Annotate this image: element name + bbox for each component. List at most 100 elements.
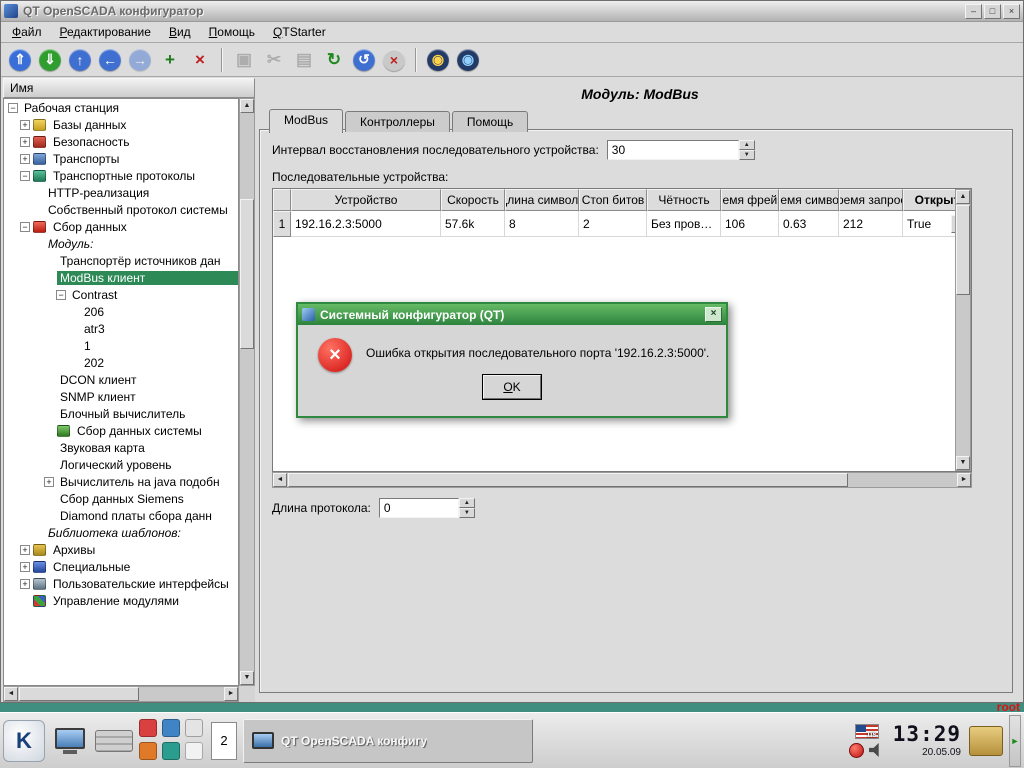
dialog-close-icon[interactable]: × bbox=[705, 307, 722, 322]
expand-icon[interactable]: + bbox=[20, 137, 30, 147]
column-header-6[interactable]: Время символа bbox=[779, 189, 839, 211]
scroll-down-icon[interactable]: ▼ bbox=[240, 671, 254, 685]
quick-launch-icon-3[interactable] bbox=[185, 719, 203, 737]
collapse-icon[interactable]: − bbox=[20, 222, 30, 232]
tree-item[interactable]: atr3 bbox=[4, 320, 238, 337]
tab-help[interactable]: Помощь bbox=[452, 111, 528, 132]
interval-spinner[interactable]: 30 ▲ ▼ bbox=[607, 140, 755, 160]
table-horizontal-scrollbar[interactable]: ◄ ► bbox=[272, 472, 972, 488]
table-cell-1[interactable]: 57.6k bbox=[441, 211, 505, 237]
collapse-icon[interactable]: − bbox=[8, 103, 18, 113]
column-header-5[interactable]: Время фрейма bbox=[721, 189, 779, 211]
stop-icon[interactable]: × bbox=[380, 46, 408, 74]
tree-item[interactable]: −Рабочая станция bbox=[4, 99, 238, 116]
table-cell-5[interactable]: 106 bbox=[721, 211, 779, 237]
scroll-down-icon[interactable]: ▼ bbox=[956, 456, 970, 470]
expand-icon[interactable]: + bbox=[20, 562, 30, 572]
scroll-thumb[interactable] bbox=[19, 687, 139, 701]
drawer-icon[interactable] bbox=[95, 730, 133, 752]
menu-item-2[interactable]: Вид bbox=[160, 22, 200, 42]
tree-item[interactable]: Модуль: bbox=[4, 235, 238, 252]
scroll-up-icon[interactable]: ▲ bbox=[956, 190, 970, 204]
menu-item-3[interactable]: Помощь bbox=[200, 22, 264, 42]
menu-item-4[interactable]: QTStarter bbox=[264, 22, 335, 42]
row-header[interactable]: 1 bbox=[273, 211, 291, 237]
quick-launch-icon-1[interactable] bbox=[139, 719, 157, 737]
tree-item[interactable]: Управление модулями bbox=[4, 592, 238, 609]
tree-item[interactable]: Логический уровень bbox=[4, 456, 238, 473]
tree-item[interactable]: +Безопасность bbox=[4, 133, 238, 150]
quick-launch-icon-2[interactable] bbox=[162, 719, 180, 737]
column-header-0[interactable]: Устройство bbox=[291, 189, 441, 211]
scroll-right-icon[interactable]: ► bbox=[224, 687, 238, 701]
protocol-length-spinner[interactable]: 0 ▲ ▼ bbox=[379, 498, 475, 518]
desktop-pager[interactable]: 2 bbox=[211, 722, 237, 760]
qtstarter-vision-icon[interactable]: ◉ bbox=[424, 46, 452, 74]
quick-launch-icon-4[interactable] bbox=[139, 742, 157, 760]
tree-item[interactable]: Сбор данных системы bbox=[4, 422, 238, 439]
scroll-thumb[interactable] bbox=[240, 199, 254, 349]
scroll-up-icon[interactable]: ▲ bbox=[240, 99, 254, 113]
tree-item[interactable]: DCON клиент bbox=[4, 371, 238, 388]
quick-launch-icon-5[interactable] bbox=[162, 742, 180, 760]
up-icon[interactable]: ↑ bbox=[66, 46, 94, 74]
table-cell-7[interactable]: 212 bbox=[839, 211, 903, 237]
volume-icon[interactable] bbox=[869, 743, 885, 757]
tab-modbus[interactable]: ModBus bbox=[269, 109, 343, 133]
menu-item-0[interactable]: Файл bbox=[3, 22, 51, 42]
keyboard-layout-icon[interactable]: us bbox=[855, 724, 879, 739]
tree-item[interactable]: Звуковая карта bbox=[4, 439, 238, 456]
tree-vertical-scrollbar[interactable]: ▲ ▼ bbox=[239, 98, 255, 686]
tree-item[interactable]: +Архивы bbox=[4, 541, 238, 558]
spin-down-icon[interactable]: ▼ bbox=[459, 508, 475, 518]
qtstarter-vision-dev-icon[interactable]: ◉ bbox=[454, 46, 482, 74]
interval-value[interactable]: 30 bbox=[607, 140, 739, 160]
tree-item[interactable]: ModBus клиент bbox=[4, 269, 238, 286]
titlebar[interactable]: QT OpenSCADA конфигуратор – □ × bbox=[1, 1, 1023, 22]
scroll-thumb[interactable] bbox=[288, 473, 848, 487]
tray-package-icon[interactable] bbox=[969, 726, 1003, 756]
scroll-left-icon[interactable]: ◄ bbox=[273, 473, 287, 487]
minimize-icon[interactable]: – bbox=[965, 4, 982, 19]
tree-item[interactable]: 1 bbox=[4, 337, 238, 354]
tree-item[interactable]: 206 bbox=[4, 303, 238, 320]
tree-item[interactable]: −Транспортные протоколы bbox=[4, 167, 238, 184]
tree-item[interactable]: Собственный протокол системы bbox=[4, 201, 238, 218]
table-cell-0[interactable]: 192.16.2.3:5000 bbox=[291, 211, 441, 237]
ok-button[interactable]: OK bbox=[483, 375, 541, 399]
protocol-length-value[interactable]: 0 bbox=[379, 498, 459, 518]
tray-klipper-icon[interactable] bbox=[849, 743, 864, 758]
expand-icon[interactable]: + bbox=[44, 477, 54, 487]
tree-item[interactable]: +Специальные bbox=[4, 558, 238, 575]
expand-icon[interactable]: + bbox=[20, 545, 30, 555]
dialog-titlebar[interactable]: Системный конфигуратор (QT) × bbox=[298, 304, 726, 325]
spin-up-icon[interactable]: ▲ bbox=[459, 498, 475, 508]
tree-horizontal-scrollbar[interactable]: ◄ ► bbox=[3, 686, 239, 702]
spin-up-icon[interactable]: ▲ bbox=[739, 140, 755, 150]
tree-item[interactable]: +Транспорты bbox=[4, 150, 238, 167]
column-header-4[interactable]: Чётность bbox=[647, 189, 721, 211]
tab-controllers[interactable]: Контроллеры bbox=[345, 111, 450, 132]
tree-item[interactable]: Сбор данных Siemens bbox=[4, 490, 238, 507]
scroll-right-icon[interactable]: ► bbox=[957, 473, 971, 487]
expand-icon[interactable]: + bbox=[20, 154, 30, 164]
maximize-icon[interactable]: □ bbox=[984, 4, 1001, 19]
task-button[interactable]: QT OpenSCADA конфигу bbox=[243, 719, 533, 763]
show-desktop-icon[interactable] bbox=[51, 721, 89, 761]
table-vertical-scrollbar[interactable]: ▲ ▼ bbox=[955, 189, 971, 471]
save-icon[interactable]: ⇓ bbox=[36, 46, 64, 74]
back-icon[interactable]: ← bbox=[96, 46, 124, 74]
load-icon[interactable]: ⇑ bbox=[6, 46, 34, 74]
tree-column-header[interactable]: Имя bbox=[3, 78, 255, 98]
collapse-icon[interactable]: − bbox=[56, 290, 66, 300]
column-header-3[interactable]: Стоп битов bbox=[579, 189, 647, 211]
table-cell-3[interactable]: 2 bbox=[579, 211, 647, 237]
tree-item[interactable]: SNMP клиент bbox=[4, 388, 238, 405]
collapse-icon[interactable]: − bbox=[20, 171, 30, 181]
tree-item[interactable]: Diamond платы сбора данн bbox=[4, 507, 238, 524]
menu-item-1[interactable]: Редактирование bbox=[51, 22, 160, 42]
tree-item[interactable]: +Базы данных bbox=[4, 116, 238, 133]
tree-item[interactable]: +Пользовательские интерфейсы bbox=[4, 575, 238, 592]
panel-hide-button[interactable]: ► bbox=[1009, 715, 1021, 767]
expand-icon[interactable]: + bbox=[20, 579, 30, 589]
